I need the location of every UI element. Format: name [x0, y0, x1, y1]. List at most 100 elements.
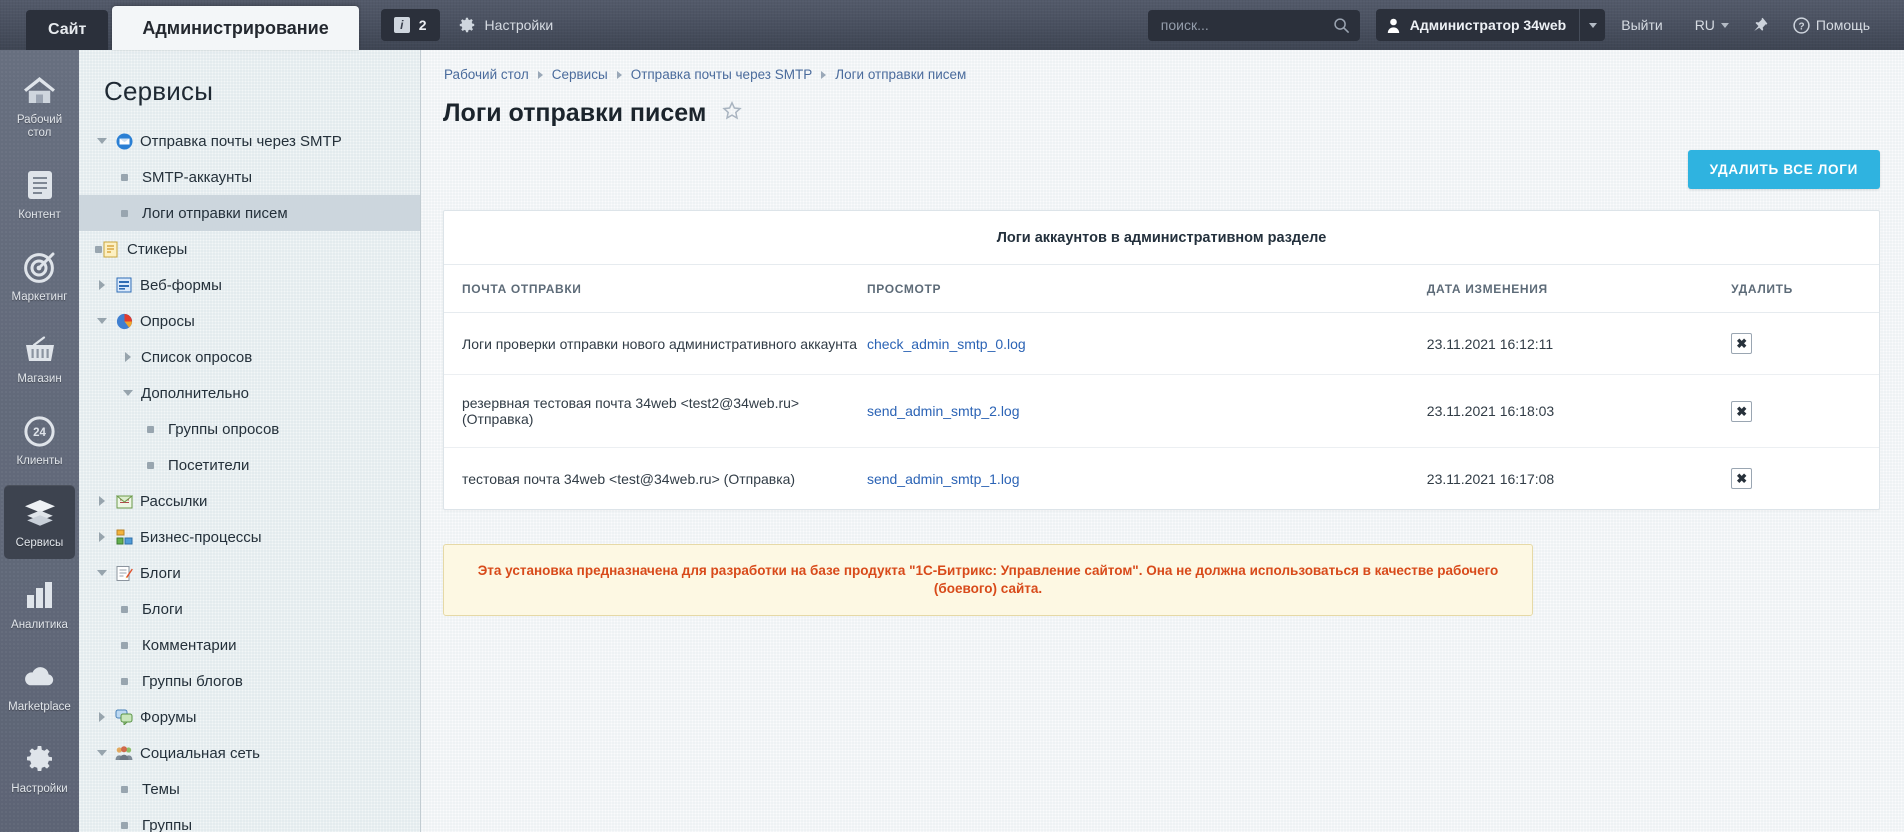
- delete-x-icon[interactable]: ✖: [1731, 468, 1753, 489]
- user-menu[interactable]: Администратор 34web: [1375, 9, 1606, 41]
- chevron-right-icon[interactable]: [95, 494, 109, 508]
- delete-x-icon[interactable]: ✖: [1731, 400, 1753, 422]
- bullet-icon: [121, 641, 128, 649]
- mail-blue-icon: [115, 132, 133, 150]
- log-file-cell: send_admin_smtp_1.log: [867, 448, 1427, 510]
- sidebar-item-группы-блогов[interactable]: Группы блогов: [79, 663, 420, 699]
- logs-table: ПОЧТА ОТПРАВКИ ПРОСМОТР ДАТА ИЗМЕНЕНИЯ УДАЛ…: [444, 265, 1879, 509]
- rail-label: Рабочий стол: [16, 114, 63, 139]
- page-header: Логи отправки писем: [421, 82, 1904, 128]
- settings-link[interactable]: Настройки: [458, 9, 553, 41]
- sidebar-item-дополнительно[interactable]: Дополнительно: [79, 375, 420, 411]
- blog-icon: [115, 564, 133, 582]
- sidebar-item-label: Блоги: [142, 600, 183, 618]
- gear-icon: [22, 742, 58, 776]
- logout-link[interactable]: Выйти: [1605, 9, 1678, 41]
- delete-all-logs-button[interactable]: УДАЛИТЬ ВСЕ ЛОГИ: [1687, 150, 1880, 189]
- delete-x-icon[interactable]: ✖: [1731, 333, 1753, 354]
- breadcrumb-separator: [821, 70, 827, 79]
- log-file-link[interactable]: send_admin_smtp_1.log: [867, 471, 1020, 487]
- chevron-down-icon[interactable]: [1579, 9, 1605, 41]
- chevron-down-icon[interactable]: [95, 746, 109, 760]
- sidebar-item-опросы[interactable]: Опросы: [79, 303, 420, 339]
- chevron-down-icon[interactable]: [121, 386, 135, 400]
- sidebar-item-бизнес-процессы[interactable]: Бизнес-процессы: [79, 519, 420, 555]
- sidebar-item-социальная-сеть[interactable]: Социальная сеть: [79, 735, 420, 771]
- sidebar-item-логи-отправки-писем[interactable]: Логи отправки писем: [79, 195, 420, 231]
- chevron-down-icon[interactable]: [95, 134, 109, 148]
- sidebar-item-label: Стикеры: [127, 240, 188, 258]
- sidebar-item-группы[interactable]: Группы: [79, 807, 420, 832]
- log-delete-cell: ✖: [1731, 374, 1879, 448]
- search-box[interactable]: [1147, 9, 1360, 41]
- chevron-down-icon[interactable]: [95, 314, 109, 328]
- breadcrumb-item[interactable]: Рабочий стол: [444, 67, 529, 82]
- chevron-down-icon: [1720, 22, 1729, 28]
- sidebar-item-label: SMTP-аккаунты: [142, 168, 253, 186]
- sidebar-item-посетители[interactable]: Посетители: [79, 447, 420, 483]
- rail-item-marketing[interactable]: Маркетинг: [4, 239, 75, 313]
- chevron-right-icon[interactable]: [95, 710, 109, 724]
- rail-item-shop[interactable]: Магазин: [4, 321, 75, 395]
- target-icon: [22, 250, 58, 284]
- notifications-button[interactable]: i 2: [380, 9, 440, 41]
- tab-site[interactable]: Сайт: [26, 10, 109, 50]
- tab-administration[interactable]: Администрирование: [112, 6, 359, 50]
- breadcrumb-item[interactable]: Сервисы: [552, 67, 608, 82]
- sidebar-item-отправка-почты-через-smtp[interactable]: Отправка почты через SMTP: [79, 123, 420, 159]
- log-sender-cell: Логи проверки отправки нового администра…: [444, 312, 867, 375]
- rail-item-content[interactable]: Контент: [4, 157, 75, 231]
- help-link[interactable]: ? Помощь: [1777, 9, 1886, 41]
- log-file-link[interactable]: check_admin_smtp_0.log: [867, 336, 1026, 352]
- sidebar-item-форумы[interactable]: Форумы: [79, 699, 420, 735]
- sidebar-item-группы-опросов[interactable]: Группы опросов: [79, 411, 420, 447]
- rail-label: Магазин: [17, 373, 62, 385]
- rail-item-analytics[interactable]: Аналитика: [4, 567, 75, 641]
- table-body: Логи проверки отправки нового администра…: [444, 312, 1879, 510]
- sidebar-item-веб-формы[interactable]: Веб-формы: [79, 267, 420, 303]
- chevron-right-icon[interactable]: [95, 530, 109, 544]
- info-icon: i: [393, 17, 410, 33]
- rail-item-desktop[interactable]: Рабочий стол: [4, 62, 75, 149]
- pin-icon[interactable]: [1745, 9, 1777, 41]
- chevron-down-icon[interactable]: [95, 566, 109, 580]
- breadcrumb-separator: [616, 70, 622, 79]
- bullet-icon: [95, 245, 102, 253]
- sticker-icon: [102, 240, 120, 258]
- page-title: Логи отправки писем: [443, 99, 707, 127]
- breadcrumb-item[interactable]: Логи отправки писем: [835, 67, 966, 82]
- log-delete-cell: ✖: [1731, 312, 1879, 375]
- basket-icon: [22, 332, 58, 366]
- sidebar-item-рассылки[interactable]: Рассылки: [79, 483, 420, 519]
- language-switcher[interactable]: RU: [1679, 9, 1745, 41]
- search-input[interactable]: [1147, 9, 1360, 41]
- sidebar-item-список-опросов[interactable]: Список опросов: [79, 339, 420, 375]
- rail-item-services[interactable]: Сервисы: [4, 485, 75, 559]
- home-icon: [22, 73, 58, 107]
- logs-card: Логи аккаунтов в административном раздел…: [443, 210, 1880, 510]
- rail-item-settings[interactable]: Настройки: [4, 731, 75, 805]
- bullet-icon: [121, 677, 128, 685]
- sidebar-item-комментарии[interactable]: Комментарии: [79, 627, 420, 663]
- rail-label: Маркетинг: [11, 291, 68, 303]
- bullet-icon: [121, 821, 128, 829]
- rail-item-marketplace[interactable]: Marketplace: [4, 649, 75, 723]
- sidebar-item-темы[interactable]: Темы: [79, 771, 420, 807]
- chevron-right-icon[interactable]: [95, 278, 109, 292]
- sidebar-item-label: Рассылки: [140, 492, 208, 510]
- sidebar-item-label: Социальная сеть: [140, 744, 260, 762]
- sidebar-item-label: Темы: [142, 780, 180, 798]
- sidebar-title: Сервисы: [104, 76, 214, 106]
- chevron-right-icon[interactable]: [121, 350, 135, 364]
- star-icon[interactable]: [722, 101, 743, 126]
- rail-item-clients[interactable]: 24 Клиенты: [4, 403, 75, 477]
- table-column-header: УДАЛИТЬ: [1731, 265, 1879, 313]
- log-file-link[interactable]: send_admin_smtp_2.log: [867, 403, 1020, 419]
- sidebar-item-блоги[interactable]: Блоги: [79, 591, 420, 627]
- sidebar-item-блоги[interactable]: Блоги: [79, 555, 420, 591]
- notifications-count: 2: [418, 17, 427, 33]
- sidebar-item-стикеры[interactable]: Стикеры: [79, 231, 420, 267]
- sidebar-item-smtp-аккаунты[interactable]: SMTP-аккаунты: [79, 159, 420, 195]
- log-date-cell: 23.11.2021 16:18:03: [1426, 374, 1732, 448]
- breadcrumb-item[interactable]: Отправка почты через SMTP: [631, 67, 813, 82]
